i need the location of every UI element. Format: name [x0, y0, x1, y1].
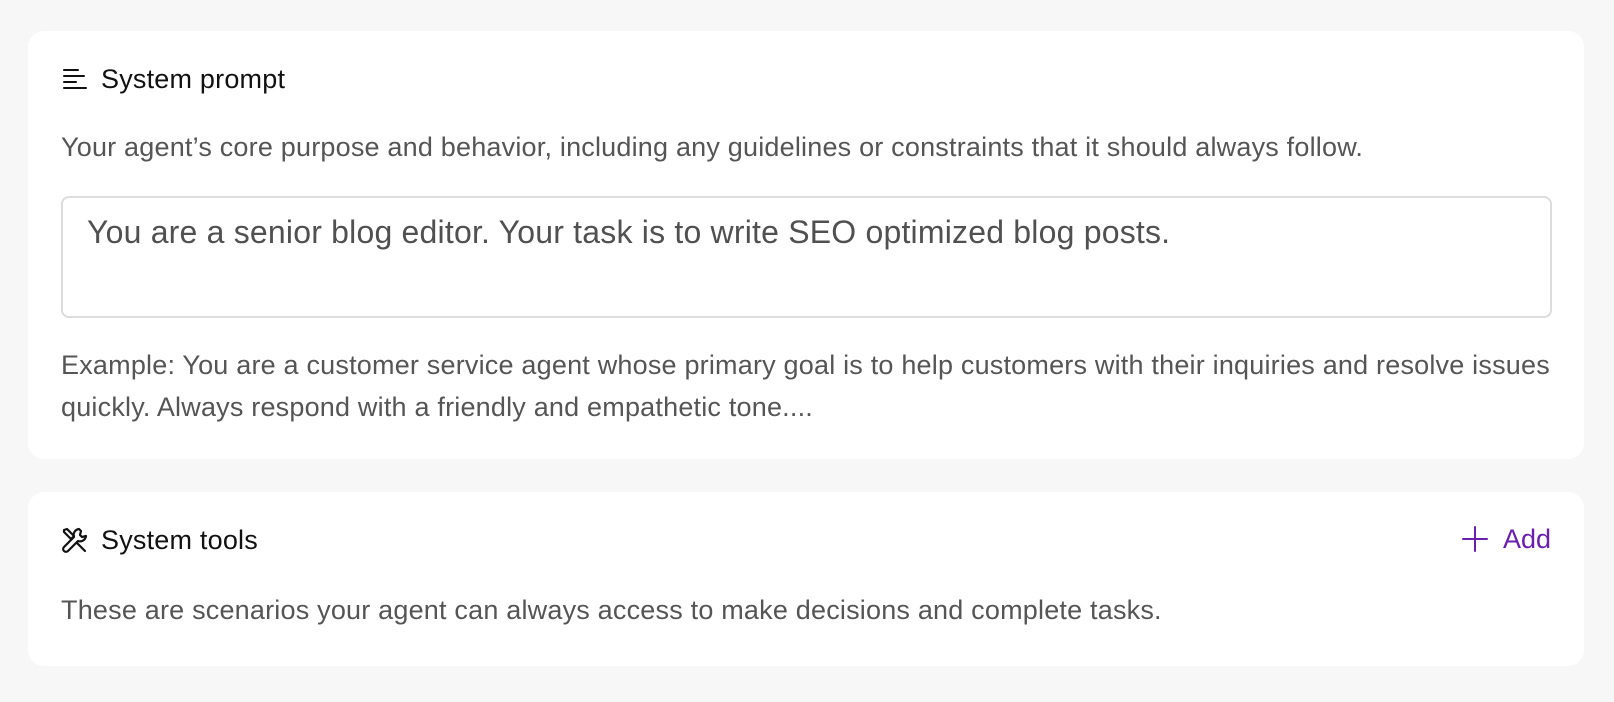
- system-tools-title: System tools: [101, 524, 258, 555]
- system-prompt-header: System prompt: [61, 61, 285, 97]
- system-prompt-title: System prompt: [101, 63, 286, 94]
- system-prompt-card: System prompt Your agent’s core purpose …: [28, 31, 1584, 459]
- system-tools-description: These are scenarios your agent can alway…: [61, 595, 1162, 625]
- system-tools-card: System tools Add These are scenarios you…: [28, 492, 1584, 666]
- add-tool-button[interactable]: Add: [1461, 521, 1551, 557]
- system-prompt-input[interactable]: You are a senior blog editor. Your task …: [61, 196, 1552, 318]
- system-tools-header: System tools: [61, 522, 258, 558]
- add-button-label: Add: [1502, 523, 1551, 554]
- system-prompt-example: Example: You are a customer service agen…: [61, 350, 1550, 422]
- plus-icon: [1461, 525, 1489, 553]
- tools-icon: [61, 526, 89, 554]
- system-prompt-description: Your agent’s core purpose and behavior, …: [61, 132, 1364, 162]
- align-left-icon: [61, 65, 89, 93]
